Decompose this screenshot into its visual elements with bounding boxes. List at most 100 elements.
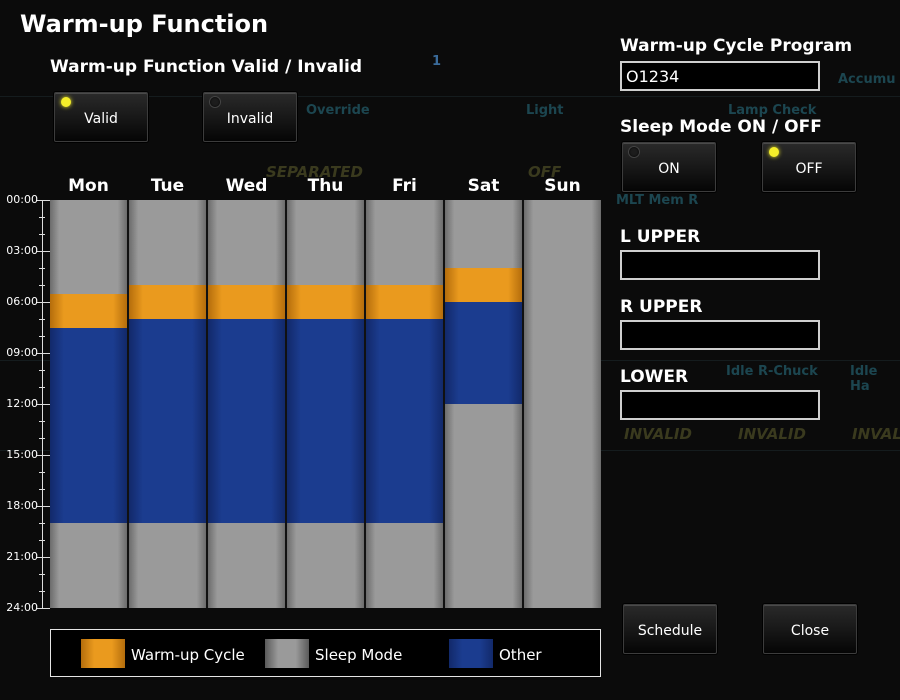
schedule-segment-other bbox=[445, 302, 522, 404]
major-tick bbox=[36, 353, 50, 354]
sleep-off-label: OFF bbox=[795, 161, 823, 177]
schedule-segment-warm bbox=[208, 285, 285, 319]
time-tick-label: 18:00 bbox=[6, 499, 38, 512]
minor-tick bbox=[39, 489, 45, 490]
lower-label: LOWER bbox=[620, 367, 689, 387]
schedule-segment-other bbox=[129, 319, 206, 523]
bg-text: Light bbox=[526, 103, 564, 118]
minor-tick bbox=[39, 540, 45, 541]
program-input[interactable]: O1234 bbox=[620, 61, 820, 91]
sleep-off-button[interactable]: OFF bbox=[762, 142, 856, 192]
bg-text: Accumu bbox=[838, 72, 896, 87]
day-column-mon bbox=[50, 200, 127, 608]
major-tick bbox=[36, 506, 50, 507]
lamp-on-indicator-icon bbox=[61, 97, 71, 107]
legend-other-swatch bbox=[449, 639, 493, 668]
bg-text: Override bbox=[306, 103, 370, 118]
schedule-segment-warm bbox=[366, 285, 443, 319]
day-column-tue bbox=[129, 200, 206, 608]
valid-button[interactable]: Valid bbox=[54, 92, 148, 142]
minor-tick bbox=[39, 591, 45, 592]
dialog-title: Warm-up Function bbox=[20, 10, 269, 38]
invalid-button-label: Invalid bbox=[226, 111, 274, 127]
day-label-tue: Tue bbox=[150, 176, 185, 196]
bg-text: Idle Ha bbox=[850, 364, 878, 394]
time-tick-label: 21:00 bbox=[6, 550, 38, 563]
sleep-mode-label: Sleep Mode ON / OFF bbox=[620, 117, 822, 137]
schedule-button-label: Schedule bbox=[637, 623, 703, 639]
column-separator bbox=[285, 200, 287, 608]
minor-tick bbox=[39, 472, 45, 473]
warmup-valid-label: Warm-up Function Valid / Invalid bbox=[50, 57, 363, 77]
major-tick bbox=[36, 302, 50, 303]
minor-tick bbox=[39, 319, 45, 320]
schedule-segment-other bbox=[287, 319, 364, 523]
column-separator bbox=[443, 200, 445, 608]
chart-legend: Warm-up Cycle Sleep Mode Other bbox=[50, 629, 601, 677]
schedule-button[interactable]: Schedule bbox=[623, 604, 717, 654]
schedule-segment-warm bbox=[445, 268, 522, 302]
day-column-wed bbox=[208, 200, 285, 608]
l-upper-label: L UPPER bbox=[620, 227, 701, 247]
day-label-fri: Fri bbox=[392, 176, 417, 196]
schedule-segment-other bbox=[366, 319, 443, 523]
lower-input[interactable] bbox=[620, 390, 820, 420]
invalid-button[interactable]: Invalid bbox=[203, 92, 297, 142]
time-tick-label: 12:00 bbox=[6, 397, 38, 410]
bg-text: 1 bbox=[432, 54, 442, 69]
bg-text: MLT Mem R bbox=[616, 193, 699, 208]
time-tick-label: 24:00 bbox=[6, 601, 38, 614]
major-tick bbox=[36, 557, 50, 558]
bg-text: Idle R-Chuck bbox=[726, 364, 818, 379]
time-tick-label: 00:00 bbox=[6, 193, 38, 206]
time-tick-label: 03:00 bbox=[6, 244, 38, 257]
schedule-segment-warm bbox=[129, 285, 206, 319]
schedule-segment-other bbox=[208, 319, 285, 523]
day-column-sat bbox=[445, 200, 522, 608]
time-tick-label: 09:00 bbox=[6, 346, 38, 359]
column-separator bbox=[522, 200, 524, 608]
bg-text: INVALID bbox=[624, 425, 692, 443]
minor-tick bbox=[39, 387, 45, 388]
l-upper-input[interactable] bbox=[620, 250, 820, 280]
minor-tick bbox=[39, 523, 45, 524]
schedule-segment-warm bbox=[50, 293, 127, 328]
day-column-fri bbox=[366, 200, 443, 608]
legend-sleep-label: Sleep Mode bbox=[315, 646, 403, 664]
legend-warmup-label: Warm-up Cycle bbox=[131, 646, 245, 664]
day-label-sat: Sat bbox=[467, 176, 500, 196]
minor-tick bbox=[39, 217, 45, 218]
major-tick bbox=[36, 251, 50, 252]
major-tick bbox=[36, 200, 50, 201]
lamp-on-indicator-icon bbox=[769, 147, 779, 157]
program-label: Warm-up Cycle Program bbox=[620, 36, 853, 56]
day-label-thu: Thu bbox=[307, 176, 344, 196]
minor-tick bbox=[39, 268, 45, 269]
minor-tick bbox=[39, 574, 45, 575]
schedule-segment-other bbox=[50, 327, 127, 523]
day-column-sun bbox=[524, 200, 601, 608]
weekly-schedule-chart bbox=[50, 200, 603, 608]
day-label-mon: Mon bbox=[68, 176, 109, 196]
valid-button-label: Valid bbox=[84, 111, 118, 127]
bg-text: INVALID bbox=[738, 425, 806, 443]
day-column-thu bbox=[287, 200, 364, 608]
r-upper-input[interactable] bbox=[620, 320, 820, 350]
column-separator bbox=[127, 200, 129, 608]
legend-warmup-swatch bbox=[81, 639, 125, 668]
bg-text: Lamp Check bbox=[728, 103, 817, 118]
sleep-on-label: ON bbox=[658, 161, 680, 177]
schedule-segment-warm bbox=[287, 285, 364, 319]
lamp-off-indicator-icon bbox=[210, 97, 220, 107]
major-tick bbox=[36, 455, 50, 456]
close-button-label: Close bbox=[790, 623, 830, 639]
close-button[interactable]: Close bbox=[763, 604, 857, 654]
bg-text: INVAL bbox=[852, 425, 900, 443]
time-tick-label: 15:00 bbox=[6, 448, 38, 461]
major-tick bbox=[36, 608, 50, 609]
r-upper-label: R UPPER bbox=[620, 297, 703, 317]
minor-tick bbox=[39, 285, 45, 286]
minor-tick bbox=[39, 336, 45, 337]
column-separator bbox=[364, 200, 366, 608]
sleep-on-button[interactable]: ON bbox=[622, 142, 716, 192]
